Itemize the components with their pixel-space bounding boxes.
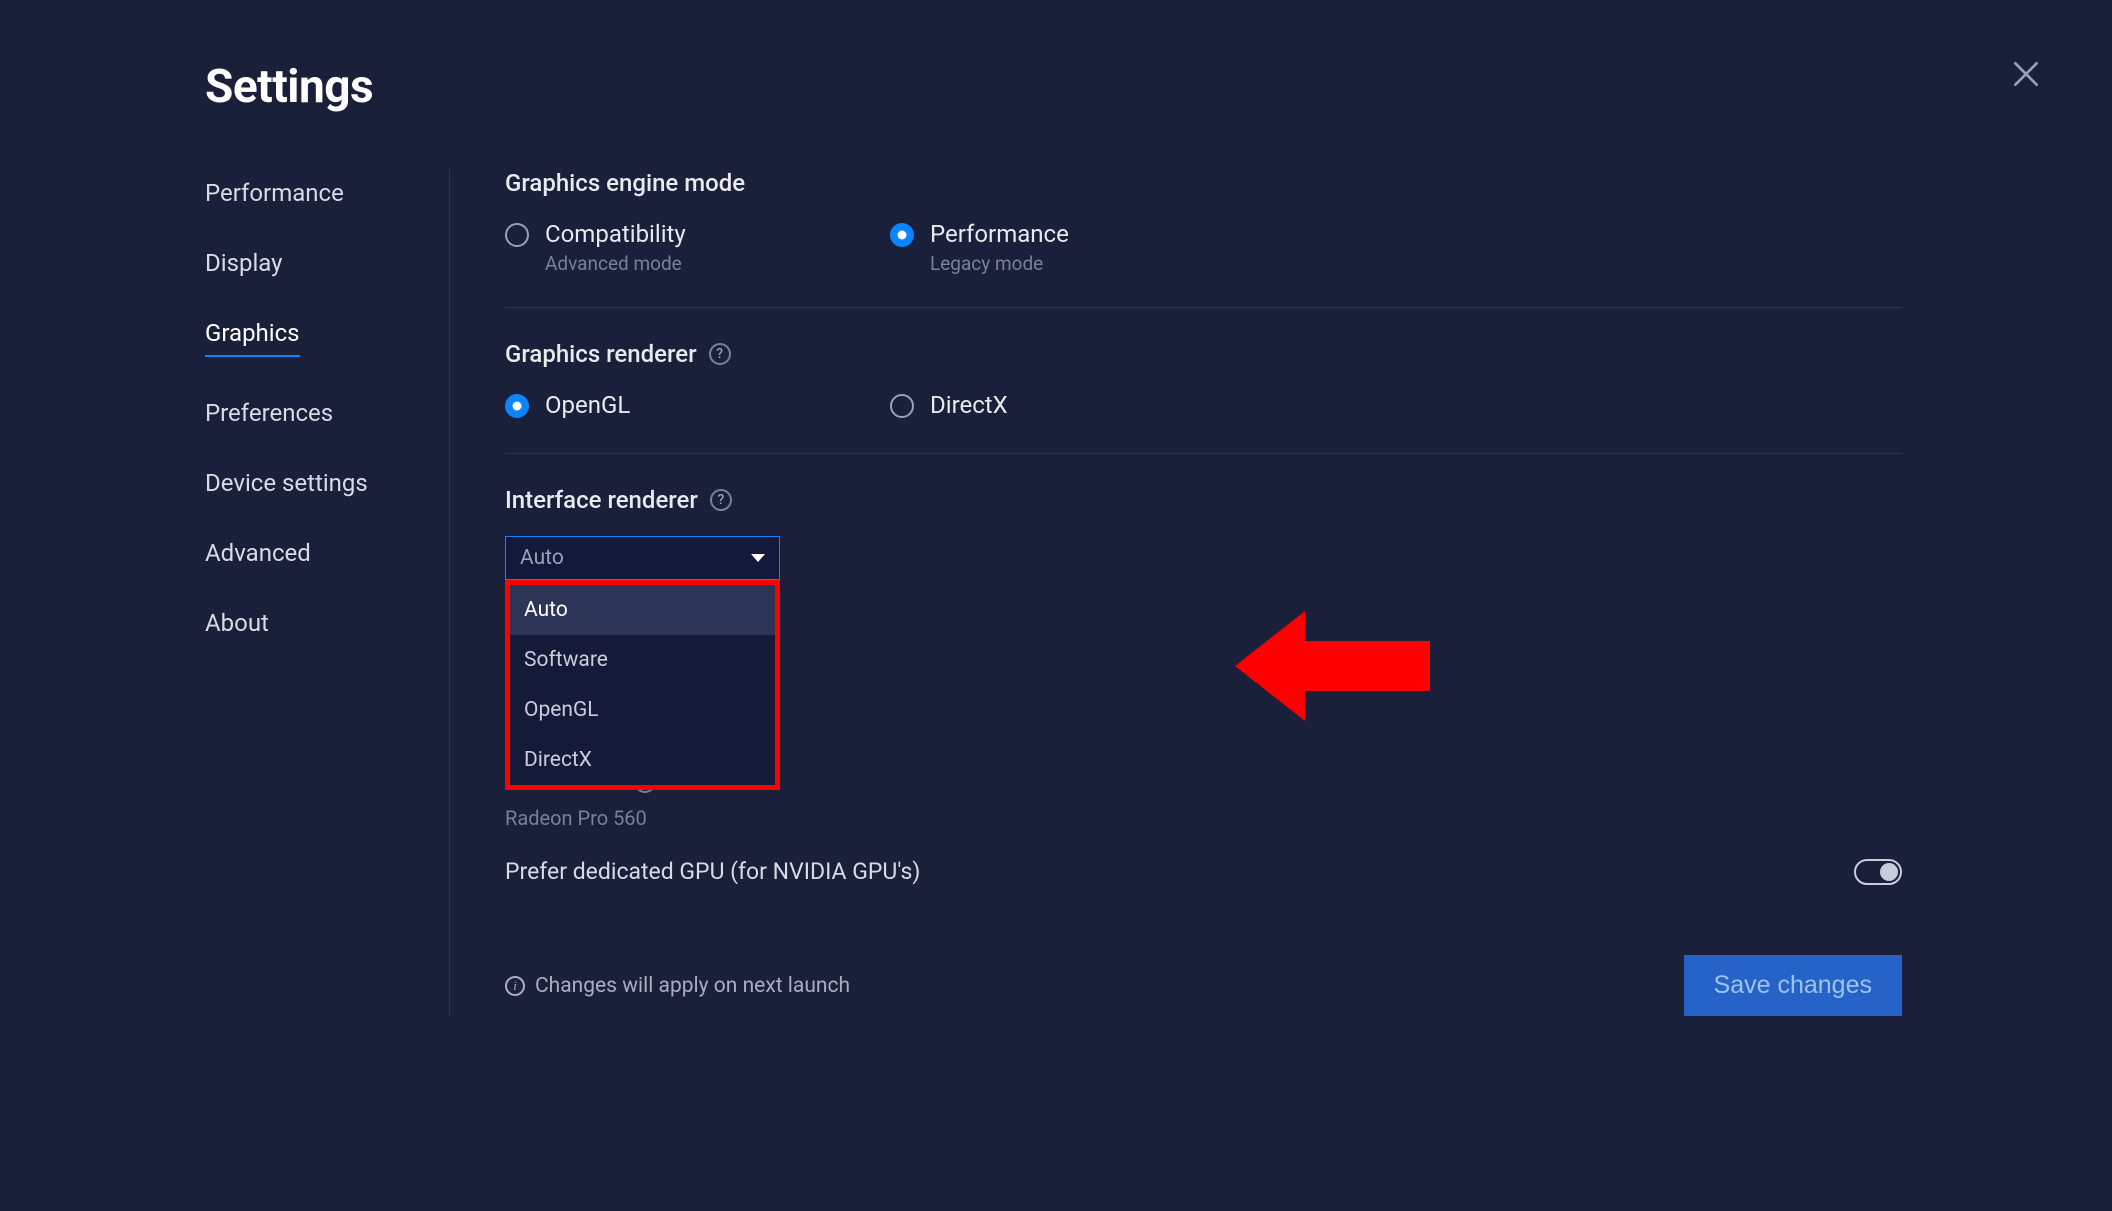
info-icon: i — [505, 976, 525, 996]
sidebar-item-device-settings[interactable]: Device settings — [205, 459, 429, 507]
interface-renderer-menu: Auto Software OpenGL DirectX — [505, 580, 780, 790]
sidebar-item-label: About — [205, 609, 269, 637]
radio-sublabel: Legacy mode — [930, 252, 1069, 275]
help-icon[interactable]: ? — [710, 489, 732, 511]
help-icon[interactable]: ? — [709, 343, 731, 365]
interface-renderer-dropdown[interactable]: Auto — [505, 536, 780, 580]
renderer-opengl[interactable]: OpenGL — [505, 390, 890, 421]
sidebar-item-label: Display — [205, 249, 283, 277]
sidebar-item-preferences[interactable]: Preferences — [205, 389, 429, 437]
dropdown-option-auto[interactable]: Auto — [510, 585, 775, 635]
radio-icon — [505, 223, 529, 247]
sidebar-item-display[interactable]: Display — [205, 239, 429, 287]
sidebar-item-graphics[interactable]: Graphics — [205, 309, 429, 367]
renderer-directx[interactable]: DirectX — [890, 390, 1275, 421]
apply-on-launch-info: i Changes will apply on next launch — [505, 974, 850, 998]
close-icon — [2010, 58, 2042, 90]
close-button[interactable] — [2010, 58, 2042, 90]
divider — [505, 307, 1902, 308]
dropdown-value: Auto — [520, 546, 564, 570]
section-title-text: Graphics engine mode — [505, 169, 745, 197]
radio-label: Performance — [930, 219, 1069, 250]
sidebar-item-label: Device settings — [205, 469, 368, 497]
toggle-knob — [1880, 863, 1898, 881]
dropdown-option-software[interactable]: Software — [510, 635, 775, 685]
engine-mode-compatibility[interactable]: Compatibility Advanced mode — [505, 219, 890, 275]
radio-icon — [890, 223, 914, 247]
dropdown-option-opengl[interactable]: OpenGL — [510, 685, 775, 735]
radio-sublabel: Advanced mode — [545, 252, 686, 275]
radio-label: Compatibility — [545, 219, 686, 250]
sidebar-item-label: Advanced — [205, 539, 311, 567]
annotation-arrow-icon — [1235, 601, 1435, 731]
graphics-renderer-title: Graphics renderer ? — [505, 340, 1902, 368]
interface-renderer-title: Interface renderer ? — [505, 486, 1902, 514]
radio-icon — [890, 394, 914, 418]
page-title: Settings — [205, 60, 373, 114]
engine-mode-title: Graphics engine mode — [505, 169, 1902, 197]
caret-down-icon — [751, 554, 765, 562]
settings-sidebar: Performance Display Graphics Preferences… — [205, 169, 450, 1016]
sidebar-item-advanced[interactable]: Advanced — [205, 529, 429, 577]
radio-icon — [505, 394, 529, 418]
gpu-value: Radeon Pro 560 — [505, 806, 1902, 830]
sidebar-item-about[interactable]: About — [205, 599, 429, 647]
sidebar-item-label: Performance — [205, 179, 344, 207]
prefer-dedicated-gpu-label: Prefer dedicated GPU (for NVIDIA GPU's) — [505, 858, 920, 885]
engine-mode-performance[interactable]: Performance Legacy mode — [890, 219, 1275, 275]
sidebar-item-label: Graphics — [205, 319, 300, 357]
divider — [505, 453, 1902, 454]
sidebar-item-label: Preferences — [205, 399, 333, 427]
info-text: Changes will apply on next launch — [535, 974, 850, 998]
section-title-text: Interface renderer — [505, 486, 698, 514]
save-changes-button[interactable]: Save changes — [1684, 955, 1902, 1016]
settings-content: Graphics engine mode Compatibility Advan… — [450, 169, 1912, 1016]
radio-label: DirectX — [930, 390, 1008, 421]
prefer-dedicated-gpu-toggle[interactable] — [1854, 859, 1902, 885]
sidebar-item-performance[interactable]: Performance — [205, 169, 429, 217]
radio-label: OpenGL — [545, 390, 630, 421]
section-title-text: Graphics renderer — [505, 340, 697, 368]
dropdown-option-directx[interactable]: DirectX — [510, 735, 775, 785]
